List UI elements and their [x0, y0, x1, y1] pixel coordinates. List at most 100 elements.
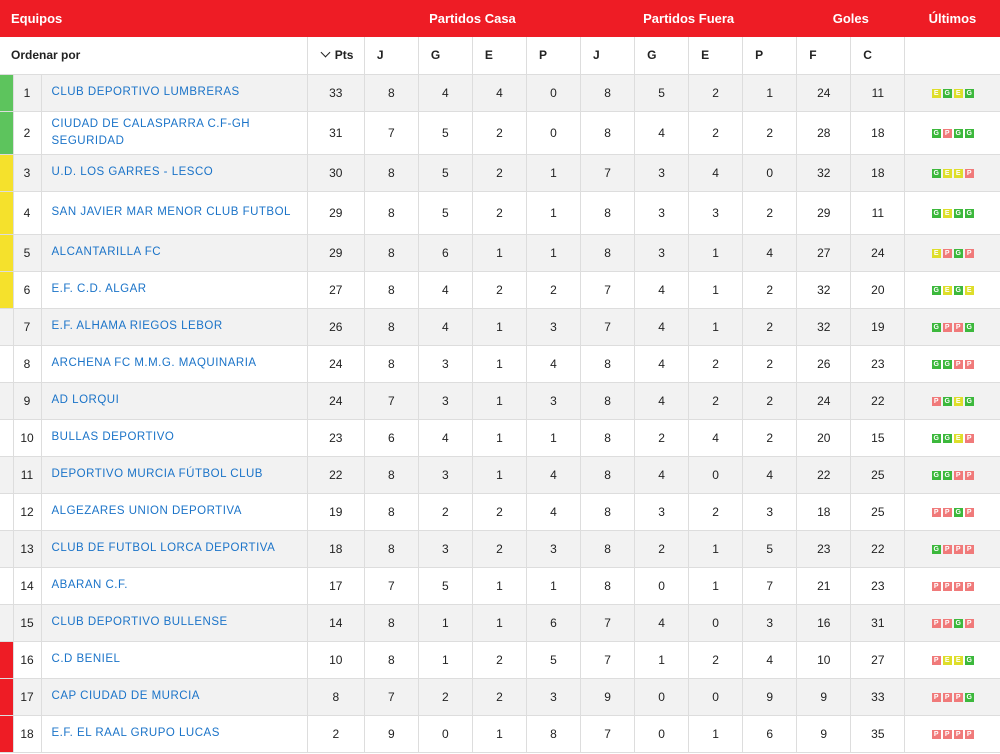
- team-link[interactable]: AD LORQUI: [40, 382, 308, 420]
- zone-indicator: [0, 493, 13, 531]
- col-away-lost[interactable]: P: [742, 37, 797, 75]
- home-stat: 8: [363, 456, 419, 494]
- result-badge: P: [931, 396, 941, 406]
- result-badge: G: [964, 322, 974, 332]
- team-link[interactable]: E.F. EL RAAL GRUPO LUCAS: [40, 715, 308, 753]
- result-badge: E: [953, 168, 963, 178]
- away-stat: 7: [742, 567, 797, 605]
- result-badge: P: [953, 322, 963, 332]
- away-stat: 4: [634, 271, 689, 309]
- team-link[interactable]: CLUB DE FUTBOL LORCA DEPORTIVA: [40, 530, 308, 568]
- team-link[interactable]: CLUB DEPORTIVO BULLENSE: [40, 604, 308, 642]
- home-stat: 8: [363, 74, 419, 112]
- result-badge: G: [931, 208, 941, 218]
- header-home-matches: Partidos Casa: [429, 11, 516, 26]
- team-link[interactable]: CAP CIUDAD DE MURCIA: [40, 678, 308, 716]
- sort-pts-button[interactable]: Pts: [306, 37, 365, 75]
- table-row[interactable]: 10 BULLAS DEPORTIVO 23 6 4 1 1 8 2 4 2 20 15 G G E P: [0, 419, 1000, 457]
- result-badge: G: [931, 433, 941, 443]
- table-row[interactable]: 18 E.F. EL RAAL GRUPO LUCAS 2 9 0 1 8 7 0 1 6 9 35 P P…: [0, 715, 1000, 753]
- position: 14: [12, 567, 42, 605]
- team-link[interactable]: ABARAN C.F.: [40, 567, 308, 605]
- away-stat: 8: [580, 493, 635, 531]
- team-link[interactable]: ALCANTARILLA FC: [40, 234, 308, 272]
- last-results: GPGG: [904, 111, 1000, 155]
- home-stat: 1: [471, 419, 527, 457]
- zone-indicator: [0, 234, 13, 272]
- result-badge: G: [931, 359, 941, 369]
- result-badge: P: [953, 692, 963, 702]
- col-away-played[interactable]: J: [580, 37, 635, 75]
- away-stat: 2: [688, 345, 743, 383]
- team-link[interactable]: U.D. LOS GARRES - LESCO: [40, 154, 308, 192]
- home-stat: 8: [363, 530, 419, 568]
- home-stat: 1: [417, 604, 473, 642]
- table-row[interactable]: 9 AD LORQUI 24 7 3 1 3 8 4 2 2 24 22 P G E G: [0, 382, 1000, 420]
- result-badge: P: [964, 168, 974, 178]
- goals-for: 26: [796, 345, 851, 383]
- position: 1: [12, 74, 42, 112]
- table-row[interactable]: 11 DEPORTIVO MURCIA FÚTBOL CLUB 22 8 3 1 4 8 4 0 4…: [0, 456, 1000, 494]
- result-badge: P: [964, 729, 974, 739]
- col-home-lost[interactable]: P: [525, 37, 581, 75]
- team-link[interactable]: ALGEZARES UNION DEPORTIVA: [40, 493, 308, 531]
- col-away-drawn[interactable]: E: [688, 37, 743, 75]
- away-stat: 3: [634, 191, 689, 235]
- position: 10: [12, 419, 42, 457]
- table-row[interactable]: 8 ARCHENA FC M.M.G. MAQUINARIA 24 8 3 1 4 8 4 2 2 2…: [0, 345, 1000, 383]
- col-home-played[interactable]: J: [363, 37, 419, 75]
- result-badge: P: [964, 581, 974, 591]
- goals-for: 21: [796, 567, 851, 605]
- team-link[interactable]: CIUDAD DE CALASPARRA C.F-GH SEGURIDAD: [40, 111, 308, 155]
- table-row[interactable]: 7 E.F. ALHAMA RIEGOS LEBOR 26 8 4 1 3 7 4 1 2 32 19 G…: [0, 308, 1000, 346]
- home-stat: 8: [363, 308, 419, 346]
- away-stat: 0: [634, 567, 689, 605]
- table-row[interactable]: 16 C.D BENIEL 10 8 1 2 5 7 1 2 4 10 27 P E E G: [0, 641, 1000, 679]
- table-row[interactable]: 5 ALCANTARILLA FC 29 8 6 1 1 8 3 1 4 27 24 E P G P: [0, 234, 1000, 272]
- home-stat: 4: [525, 456, 581, 494]
- zone-indicator: [0, 456, 13, 494]
- team-link[interactable]: DEPORTIVO MURCIA FÚTBOL CLUB: [40, 456, 308, 494]
- table-row[interactable]: 3 U.D. LOS GARRES - LESCO 30 8 5 2 1 7 3 4 0 32 18 G E…: [0, 154, 1000, 192]
- team-link[interactable]: BULLAS DEPORTIVO: [40, 419, 308, 457]
- result-badge: G: [964, 692, 974, 702]
- home-stat: 2: [471, 530, 527, 568]
- col-away-won[interactable]: G: [634, 37, 689, 75]
- table-row[interactable]: 12 ALGEZARES UNION DEPORTIVA 19 8 2 2 4 8 3 2 3 18 2…: [0, 493, 1000, 531]
- away-stat: 0: [634, 678, 689, 716]
- header-last-results: Últimos: [928, 11, 977, 26]
- table-row[interactable]: 14 ABARAN C.F. 17 7 5 1 1 8 0 1 7 21 23 P P P P: [0, 567, 1000, 605]
- points: 8: [306, 678, 365, 716]
- table-row[interactable]: 4 SAN JAVIER MAR MENOR CLUB FUTBOL 29 8 5 2 1 8…: [0, 191, 1000, 235]
- result-badge: P: [964, 248, 974, 258]
- team-link[interactable]: CLUB DEPORTIVO LUMBRERAS: [40, 74, 308, 112]
- table-row[interactable]: 15 CLUB DEPORTIVO BULLENSE 14 8 1 1 6 7 4 0 3 16 31 P…: [0, 604, 1000, 642]
- team-link[interactable]: ARCHENA FC M.M.G. MAQUINARIA: [40, 345, 308, 383]
- away-stat: 0: [688, 604, 743, 642]
- table-row[interactable]: 17 CAP CIUDAD DE MURCIA 8 7 2 2 3 9 0 0 9 9 33 P P P G: [0, 678, 1000, 716]
- col-home-won[interactable]: G: [417, 37, 473, 75]
- col-goals-against[interactable]: C: [850, 37, 905, 75]
- result-badge: P: [953, 729, 963, 739]
- team-link[interactable]: E.F. ALHAMA RIEGOS LEBOR: [40, 308, 308, 346]
- position: 5: [12, 234, 42, 272]
- team-link[interactable]: SAN JAVIER MAR MENOR CLUB FUTBOL: [40, 191, 308, 235]
- result-badge: P: [931, 729, 941, 739]
- home-stat: 4: [525, 493, 581, 531]
- points: 18: [306, 530, 365, 568]
- team-link[interactable]: E.F. C.D. ALGAR: [40, 271, 308, 309]
- col-goals-for[interactable]: F: [796, 37, 851, 75]
- result-badge: G: [953, 208, 963, 218]
- table-row[interactable]: 1 CLUB DEPORTIVO LUMBRERAS 33 8 4 4 0 8 5 2 1 24 11 E…: [0, 74, 1000, 112]
- position: 12: [12, 493, 42, 531]
- table-row[interactable]: 13 CLUB DE FUTBOL LORCA DEPORTIVA 18 8 3 2 3 8 2…: [0, 530, 1000, 568]
- table-row[interactable]: 6 E.F. C.D. ALGAR 27 8 4 2 2 7 4 1 2 32 20 G E G E: [0, 271, 1000, 309]
- home-stat: 2: [471, 191, 527, 235]
- table-row[interactable]: 2 CIUDAD DE CALASPARRA C.F-GH SEGURIDAD 31…: [0, 111, 1000, 155]
- away-stat: 3: [688, 191, 743, 235]
- col-home-drawn[interactable]: E: [471, 37, 527, 75]
- result-badge: P: [942, 128, 952, 138]
- result-badge: P: [964, 507, 974, 517]
- team-link[interactable]: C.D BENIEL: [40, 641, 308, 679]
- away-stat: 1: [688, 715, 743, 753]
